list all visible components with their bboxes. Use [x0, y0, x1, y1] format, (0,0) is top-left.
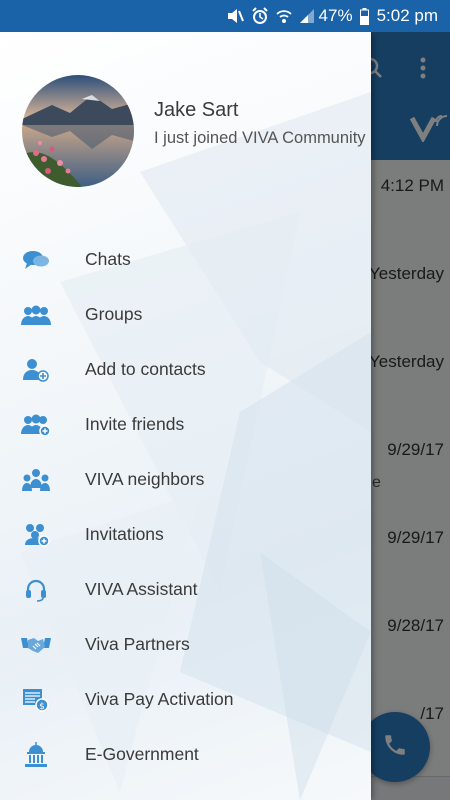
profile-avatar[interactable] [22, 75, 134, 187]
profile-status: I just joined VIVA Community [154, 129, 366, 147]
drawer-menu: Chats Groups Add to contacts Invite frie… [0, 232, 371, 782]
menu-item-invite-friends[interactable]: Invite friends [0, 397, 371, 452]
signal-icon [299, 8, 315, 24]
menu-item-label: Add to contacts [85, 359, 206, 379]
menu-item-invitations[interactable]: Invitations [0, 507, 371, 562]
menu-item-viva-partners[interactable]: Viva Partners [0, 617, 371, 672]
government-building-icon [20, 741, 52, 769]
invitations-icon [20, 521, 52, 549]
alarm-icon [251, 7, 269, 25]
battery-icon [359, 7, 369, 25]
menu-item-add-to-contacts[interactable]: Add to contacts [0, 342, 371, 397]
menu-item-label: Chats [85, 249, 131, 269]
menu-item-viva-assistant[interactable]: VIVA Assistant [0, 562, 371, 617]
svg-text:$: $ [39, 702, 45, 712]
menu-item-label: E-Government [85, 744, 199, 764]
profile-name: Jake Sart [154, 99, 239, 121]
menu-item-label: VIVA Assistant [85, 579, 198, 599]
invite-friends-icon [20, 411, 52, 439]
payment-icon: $ [20, 686, 52, 714]
menu-item-label: Invitations [85, 524, 164, 544]
menu-item-label: Viva Pay Activation [85, 689, 234, 709]
menu-item-label: Groups [85, 304, 143, 324]
add-contact-icon [20, 356, 52, 384]
menu-item-viva-pay-activation[interactable]: $ Viva Pay Activation [0, 672, 371, 727]
menu-item-chats[interactable]: Chats [0, 232, 371, 287]
menu-item-groups[interactable]: Groups [0, 287, 371, 342]
clock: 5:02 pm [376, 6, 438, 25]
menu-item-e-government[interactable]: E-Government [0, 727, 371, 782]
menu-item-label: Invite friends [85, 414, 185, 434]
menu-item-viva-neighbors[interactable]: VIVA neighbors [0, 452, 371, 507]
handshake-icon [20, 631, 52, 659]
headset-icon [20, 576, 52, 604]
menu-item-label: VIVA neighbors [85, 469, 205, 489]
status-bar: 47% 5:02 pm [0, 0, 450, 32]
mute-icon [226, 8, 244, 24]
battery-percent: 47% [318, 6, 353, 25]
wifi-icon [275, 8, 292, 24]
chat-bubbles-icon [20, 246, 52, 274]
navigation-drawer: Jake Sart I just joined VIVA Community C… [0, 32, 371, 800]
neighbors-icon [20, 466, 52, 494]
menu-item-label: Viva Partners [85, 634, 190, 654]
group-icon [20, 301, 52, 329]
